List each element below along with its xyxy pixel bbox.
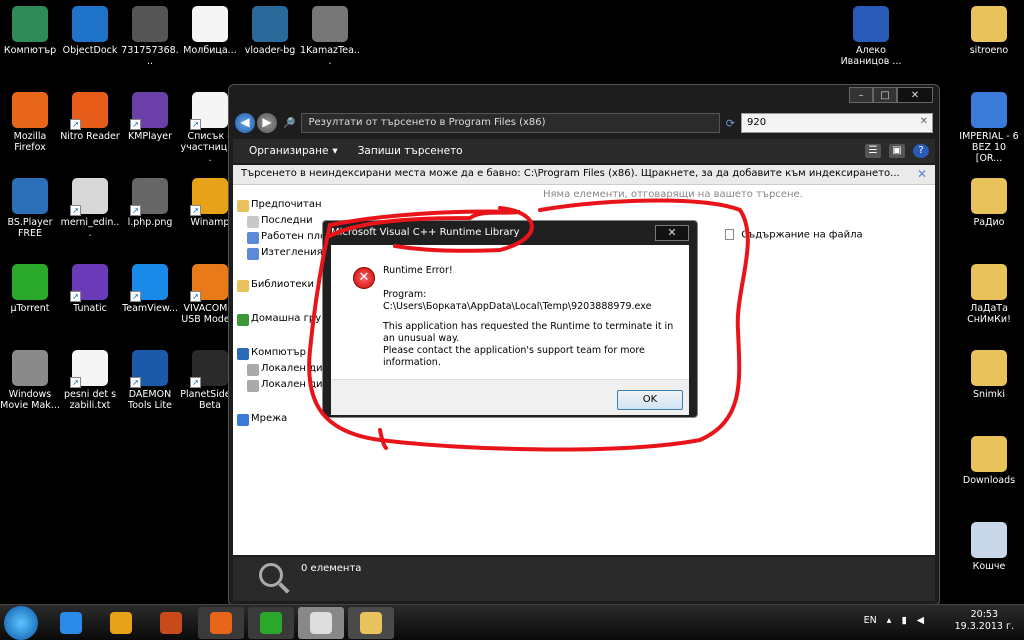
language-indicator[interactable]: EN	[864, 615, 877, 626]
taskbar-tools[interactable]	[148, 607, 194, 639]
folder-icon	[360, 612, 382, 634]
taskbar-media-player[interactable]	[98, 607, 144, 639]
tools-icon	[160, 612, 182, 634]
taskbar-utorrent[interactable]	[248, 607, 294, 639]
taskbar-runtime-app[interactable]	[298, 607, 344, 639]
clock-time: 20:53	[970, 609, 998, 620]
taskbar-explorer[interactable]	[348, 607, 394, 639]
scribble-path	[307, 198, 750, 452]
volume-tray-icon[interactable]: ◀	[917, 615, 924, 626]
system-tray: EN ▴ ▮ ◀	[864, 615, 924, 626]
clock-date: 19.3.2013 г.	[954, 621, 1014, 632]
start-button[interactable]	[4, 606, 38, 640]
firefox-icon	[210, 612, 232, 634]
taskbar-firefox[interactable]	[198, 607, 244, 639]
application-icon	[310, 612, 332, 634]
internet-explorer-icon	[60, 612, 82, 634]
media-player-icon	[110, 612, 132, 634]
taskbar: EN ▴ ▮ ◀ 20:53 19.3.2013 г.	[0, 604, 1024, 640]
taskbar-ie[interactable]	[48, 607, 94, 639]
tray-expand-icon[interactable]: ▴	[887, 615, 892, 626]
utorrent-icon	[260, 612, 282, 634]
red-annotation-scribble	[307, 198, 750, 452]
clock[interactable]: 20:53 19.3.2013 г.	[955, 609, 1014, 633]
network-tray-icon[interactable]: ▮	[901, 615, 906, 626]
